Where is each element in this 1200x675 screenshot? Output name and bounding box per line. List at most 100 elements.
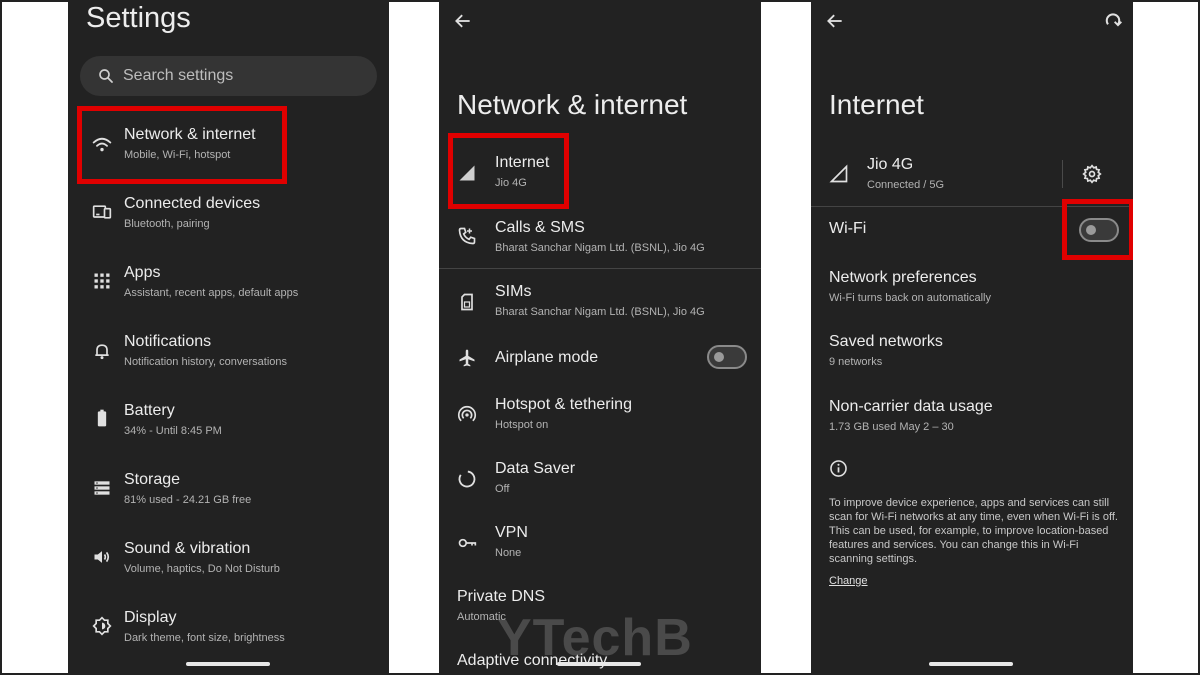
internet-item-data-usage[interactable]: Non-carrier data usage 1.73 GB used May … [811,392,1133,444]
network-item-title: Airplane mode [495,349,599,366]
network-item-airplane-mode[interactable]: Airplane mode [439,341,761,377]
section-divider [811,206,1133,207]
settings-item-subtitle: Mobile, Wi-Fi, hotspot [124,149,231,161]
section-divider [439,268,761,269]
settings-item-subtitle: 81% used - 24.21 GB free [124,494,252,506]
settings-item-notifications[interactable]: Notifications Notification history, conv… [68,327,389,379]
page-title: Settings [86,2,191,34]
network-item-title: Hotspot & tethering [495,396,632,413]
network-item-title: Private DNS [457,588,546,605]
page-title: Network & internet [457,89,688,120]
settings-item-title: Storage [124,471,181,488]
settings-item-title: Notifications [124,333,212,350]
brightness-icon [92,616,112,636]
wifi-toggle[interactable] [1079,218,1119,242]
page-title: Internet [829,89,924,120]
back-arrow-icon[interactable] [825,11,845,31]
settings-item-title: Battery [124,402,175,419]
change-link[interactable]: Change [829,575,868,587]
back-arrow-icon[interactable] [453,11,473,31]
settings-item-subtitle: Volume, haptics, Do Not Disturb [124,563,280,575]
network-status: Connected / 5G [867,179,945,191]
signal-outline-icon [829,164,848,183]
settings-item-subtitle: 34% - Until 8:45 PM [124,425,222,437]
data-saver-icon [458,470,476,488]
settings-item-storage[interactable]: Storage 81% used - 24.21 GB free [68,465,389,517]
vpn-key-icon [458,538,477,548]
settings-item-subtitle: Assistant, recent apps, default apps [124,287,299,299]
network-item-data-saver[interactable]: Data Saver Off [439,454,761,506]
internet-item-title: Network preferences [829,269,977,286]
info-icon [830,460,847,477]
search-placeholder: Search settings [123,67,234,84]
settings-item-network[interactable]: Network & internet Mobile, Wi-Fi, hotspo… [68,120,389,172]
settings-item-battery[interactable]: Battery 34% - Until 8:45 PM [68,396,389,448]
network-item-internet[interactable]: Internet Jio 4G [439,148,761,200]
settings-item-connected-devices[interactable]: Connected devices Bluetooth, pairing [68,189,389,241]
settings-item-title: Sound & vibration [124,540,251,557]
signal-icon [459,165,475,181]
network-internet-screen: Network & internet Internet Jio 4G Calls… [439,2,761,673]
network-name: Jio 4G [867,156,914,173]
devices-icon [92,205,112,219]
wifi-row[interactable]: Wi-Fi [811,212,1133,248]
gear-icon[interactable] [1082,164,1102,184]
network-item-subtitle: Bharat Sanchar Nigam Ltd. (BSNL), Jio 4G [495,306,705,318]
refresh-icon[interactable] [1103,11,1123,31]
internet-item-title: Saved networks [829,333,943,350]
internet-item-title: Non-carrier data usage [829,398,993,415]
network-item-subtitle: Jio 4G [495,177,527,189]
settings-item-sound[interactable]: Sound & vibration Volume, haptics, Do No… [68,534,389,586]
settings-item-title: Connected devices [124,195,261,212]
storage-icon [94,481,110,495]
settings-item-title: Apps [124,264,161,281]
volume-icon [94,551,110,563]
wifi-icon [92,137,112,152]
search-icon [99,69,113,83]
network-item-calls-sms[interactable]: Calls & SMS Bharat Sanchar Nigam Ltd. (B… [439,213,761,265]
toggle-knob [1086,225,1096,235]
gesture-nav-bar[interactable] [186,662,270,666]
network-item-subtitle: Hotspot on [495,419,549,431]
wifi-label: Wi-Fi [829,220,867,237]
settings-item-subtitle: Dark theme, font size, brightness [124,632,285,644]
network-item-title: Internet [495,154,550,171]
network-item-subtitle: Off [495,483,510,495]
battery-icon [97,409,107,427]
airplane-icon [459,349,475,367]
internet-item-saved-networks[interactable]: Saved networks 9 networks [811,327,1133,379]
internet-item-network-preferences[interactable]: Network preferences Wi-Fi turns back on … [811,263,1133,315]
settings-item-apps[interactable]: Apps Assistant, recent apps, default app… [68,258,389,310]
network-item-sims[interactable]: SIMs Bharat Sanchar Nigam Ltd. (BSNL), J… [439,277,761,329]
internet-item-subtitle: 9 networks [829,356,883,368]
settings-item-title: Network & internet [124,126,256,143]
internet-screen: Internet Jio 4G Connected / 5G Wi-Fi Net… [811,2,1133,673]
network-item-hotspot[interactable]: Hotspot & tethering Hotspot on [439,390,761,442]
settings-item-subtitle: Notification history, conversations [124,356,288,368]
airplane-mode-toggle[interactable] [707,345,747,369]
settings-item-subtitle: Bluetooth, pairing [124,218,210,230]
network-item-title: Calls & SMS [495,219,585,236]
vertical-divider [1062,160,1063,188]
network-item-title: Data Saver [495,460,576,477]
internet-item-subtitle: 1.73 GB used May 2 – 30 [829,421,954,433]
watermark: YTechB [497,609,693,667]
internet-item-subtitle: Wi-Fi turns back on automatically [829,292,991,304]
network-item-subtitle: Bharat Sanchar Nigam Ltd. (BSNL), Jio 4G [495,242,705,254]
toggle-knob [714,352,724,362]
sim-card-icon [461,293,473,311]
settings-item-title: Display [124,609,177,626]
network-item-title: VPN [495,524,528,541]
settings-item-display[interactable]: Display Dark theme, font size, brightnes… [68,603,389,655]
gesture-nav-bar[interactable] [557,662,641,666]
gesture-nav-bar[interactable] [929,662,1013,666]
network-item-title: SIMs [495,283,532,300]
network-item-subtitle: None [495,547,522,559]
search-bar[interactable]: Search settings [80,56,377,96]
hotspot-icon [457,405,477,422]
network-item-vpn[interactable]: VPN None [439,518,761,570]
settings-screen: Settings Search settings Network & inter… [68,2,389,673]
bell-icon [95,344,109,360]
phone-call-icon [458,227,476,245]
wifi-scanning-info: To improve device experience, apps and s… [829,497,1118,565]
